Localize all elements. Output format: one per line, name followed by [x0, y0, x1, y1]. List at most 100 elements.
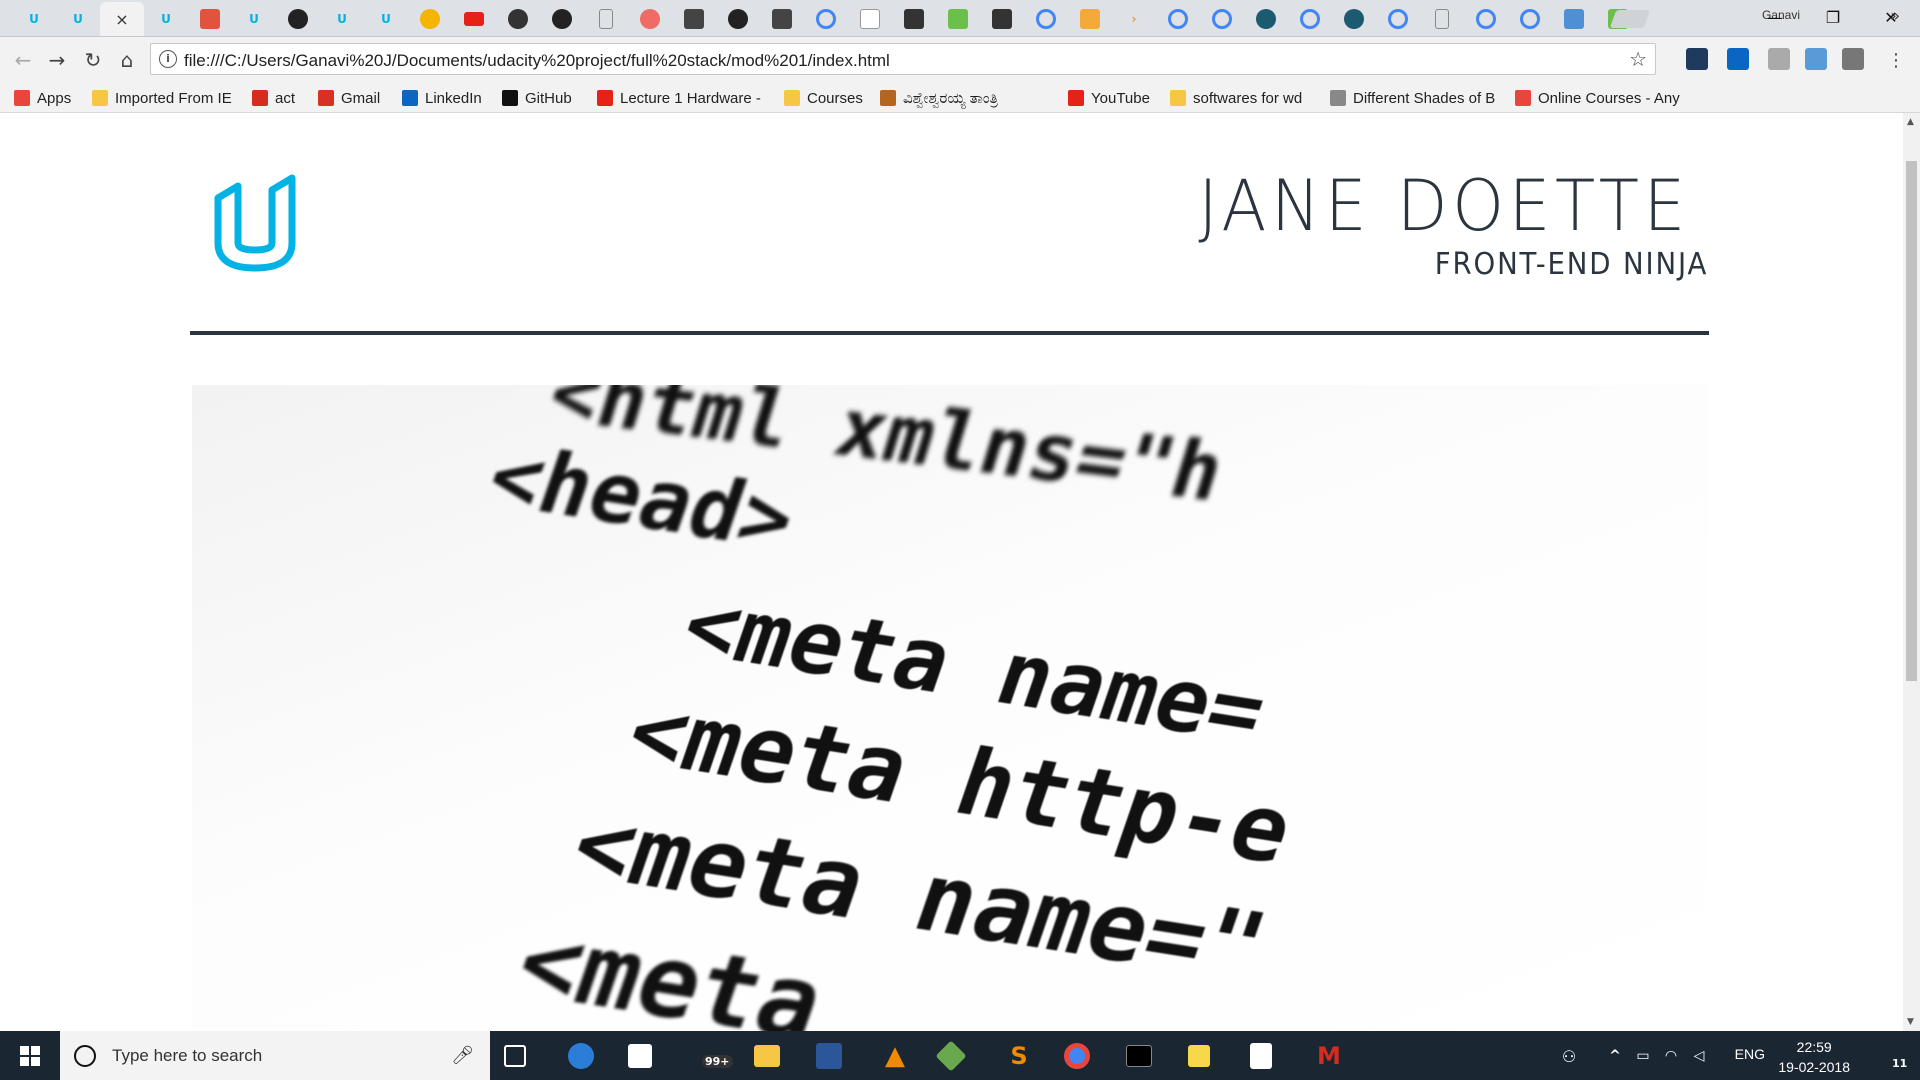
- tab-item[interactable]: [188, 2, 232, 36]
- tab-item[interactable]: [408, 2, 452, 36]
- scroll-down-icon[interactable]: ▼: [1907, 1017, 1914, 1027]
- bookmark-item[interactable]: LinkedIn: [402, 87, 482, 109]
- github-icon: [728, 9, 748, 29]
- clock[interactable]: 22:59 19-02-2018: [1778, 1037, 1850, 1077]
- tab-item[interactable]: [1332, 2, 1376, 36]
- forward-button[interactable]: →: [44, 47, 70, 73]
- bookmark-item[interactable]: Online Courses - Any: [1515, 87, 1680, 109]
- bookmark-item[interactable]: softwares for wd: [1170, 87, 1302, 109]
- tab-google[interactable]: [1200, 2, 1244, 36]
- bookmark-item[interactable]: GitHub: [502, 87, 572, 109]
- notifications-icon[interactable]: 11: [1878, 1039, 1912, 1073]
- cast-extension-icon[interactable]: [1768, 48, 1790, 70]
- tab-udacity[interactable]: U: [56, 2, 100, 36]
- bookmark-item[interactable]: Gmail: [318, 87, 380, 109]
- language-indicator[interactable]: ENG: [1735, 1046, 1765, 1062]
- tab-udacity[interactable]: U: [12, 2, 56, 36]
- tab-google[interactable]: [1464, 2, 1508, 36]
- sublime-icon[interactable]: S: [1002, 1039, 1036, 1073]
- page-scrollbar[interactable]: ▲ ▼: [1903, 113, 1920, 1031]
- tab-item[interactable]: [760, 2, 804, 36]
- menu-button[interactable]: ⋮: [1883, 47, 1909, 73]
- tab-google[interactable]: [1508, 2, 1552, 36]
- scroll-up-icon[interactable]: ▲: [1907, 117, 1914, 127]
- tab-google[interactable]: [1024, 2, 1068, 36]
- word-icon[interactable]: [816, 1043, 842, 1069]
- safari-icon[interactable]: [568, 1043, 594, 1069]
- bookmark-item[interactable]: act: [252, 87, 295, 109]
- mcafee-icon[interactable]: M: [1312, 1039, 1346, 1073]
- git-icon[interactable]: [935, 1040, 967, 1072]
- tab-google[interactable]: [1156, 2, 1200, 36]
- tab-github[interactable]: [540, 2, 584, 36]
- bookmark-star-icon[interactable]: ☆: [1629, 47, 1647, 71]
- bookmark-item[interactable]: Imported From IE: [92, 87, 232, 109]
- tab-item[interactable]: [1068, 2, 1112, 36]
- microphone-icon[interactable]: 🎤︎: [451, 1045, 474, 1066]
- tab-udacity[interactable]: U: [320, 2, 364, 36]
- restore-button[interactable]: ❐: [1804, 0, 1862, 34]
- tab-active[interactable]: ×: [100, 2, 144, 36]
- home-button[interactable]: ⌂: [114, 47, 140, 73]
- new-tab-button[interactable]: [1609, 2, 1651, 36]
- tab-item[interactable]: [1244, 2, 1288, 36]
- tab-item[interactable]: [672, 2, 716, 36]
- tab-github[interactable]: [276, 2, 320, 36]
- terminal-icon[interactable]: [1126, 1045, 1152, 1067]
- vlc-icon[interactable]: ▲: [878, 1039, 912, 1073]
- document-icon[interactable]: [1250, 1043, 1272, 1069]
- sticky-notes-icon[interactable]: [1188, 1045, 1210, 1067]
- page-viewport: JANE DOETTE FRONT-END NINJA <html xmlns=…: [0, 113, 1903, 1031]
- tab-google[interactable]: [804, 2, 848, 36]
- tab-youtube[interactable]: [452, 2, 496, 36]
- tab-item[interactable]: [496, 2, 540, 36]
- address-bar[interactable]: i file:///C:/Users/Ganavi%20J/Documents/…: [150, 43, 1656, 75]
- reload-button[interactable]: ↻: [80, 47, 106, 73]
- tab-google[interactable]: [1376, 2, 1420, 36]
- bookmarks-overflow-icon[interactable]: »: [1890, 6, 1900, 25]
- tab-udacity[interactable]: U: [232, 2, 276, 36]
- chrome-icon[interactable]: [1064, 1043, 1090, 1069]
- tab-item[interactable]: [628, 2, 672, 36]
- forward-arrow-icon: →: [48, 48, 66, 72]
- github-icon: [502, 90, 518, 106]
- back-button[interactable]: ←: [10, 47, 36, 73]
- extension-icon[interactable]: [1842, 48, 1864, 70]
- tab-udacity[interactable]: U: [364, 2, 408, 36]
- tab-w3schools[interactable]: [1552, 2, 1596, 36]
- mail-icon[interactable]: 99+: [690, 1039, 733, 1073]
- bookmark-item[interactable]: ವಿಶ್ವೇಶ್ವರಯ್ಯ ತಾಂತ್ರಿ: [880, 87, 998, 109]
- info-icon[interactable]: i: [159, 50, 177, 68]
- start-button[interactable]: [0, 1031, 60, 1080]
- bookmark-item[interactable]: Lecture 1 Hardware -: [597, 87, 761, 109]
- bookmark-item[interactable]: Different Shades of B: [1330, 87, 1495, 109]
- file-explorer-icon[interactable]: [754, 1045, 780, 1067]
- tab-item[interactable]: [1420, 2, 1464, 36]
- people-icon[interactable]: ⚇: [1552, 1039, 1586, 1073]
- minimize-button[interactable]: —: [1746, 0, 1804, 34]
- bookmark-item[interactable]: Courses: [784, 87, 863, 109]
- tab-item[interactable]: [980, 2, 1024, 36]
- volume-icon[interactable]: ◁: [1682, 1039, 1716, 1073]
- bookmark-item[interactable]: YouTube: [1068, 87, 1150, 109]
- tab-item[interactable]: [584, 2, 628, 36]
- task-view-icon[interactable]: [504, 1045, 526, 1067]
- close-tab-icon[interactable]: ×: [115, 10, 128, 29]
- store-icon[interactable]: [628, 1044, 652, 1068]
- tab-item[interactable]: [892, 2, 936, 36]
- url-text[interactable]: file:///C:/Users/Ganavi%20J/Documents/ud…: [184, 51, 890, 71]
- tab-item[interactable]: [848, 2, 892, 36]
- extension-icon[interactable]: [1805, 48, 1827, 70]
- tab-item[interactable]: [936, 2, 980, 36]
- linkedin-extension-icon[interactable]: [1727, 48, 1749, 70]
- tab-udacity[interactable]: U: [144, 2, 188, 36]
- bookmark-item[interactable]: Apps: [14, 87, 71, 109]
- taskbar-search[interactable]: Type here to search 🎤︎: [60, 1031, 490, 1080]
- scroll-thumb[interactable]: [1906, 161, 1917, 681]
- tab-google[interactable]: [1288, 2, 1332, 36]
- tab-github[interactable]: [716, 2, 760, 36]
- folder-icon: [92, 90, 108, 106]
- extension-icon[interactable]: [1686, 48, 1708, 70]
- tab-item[interactable]: ›: [1112, 2, 1156, 36]
- bookmark-label: YouTube: [1091, 89, 1150, 107]
